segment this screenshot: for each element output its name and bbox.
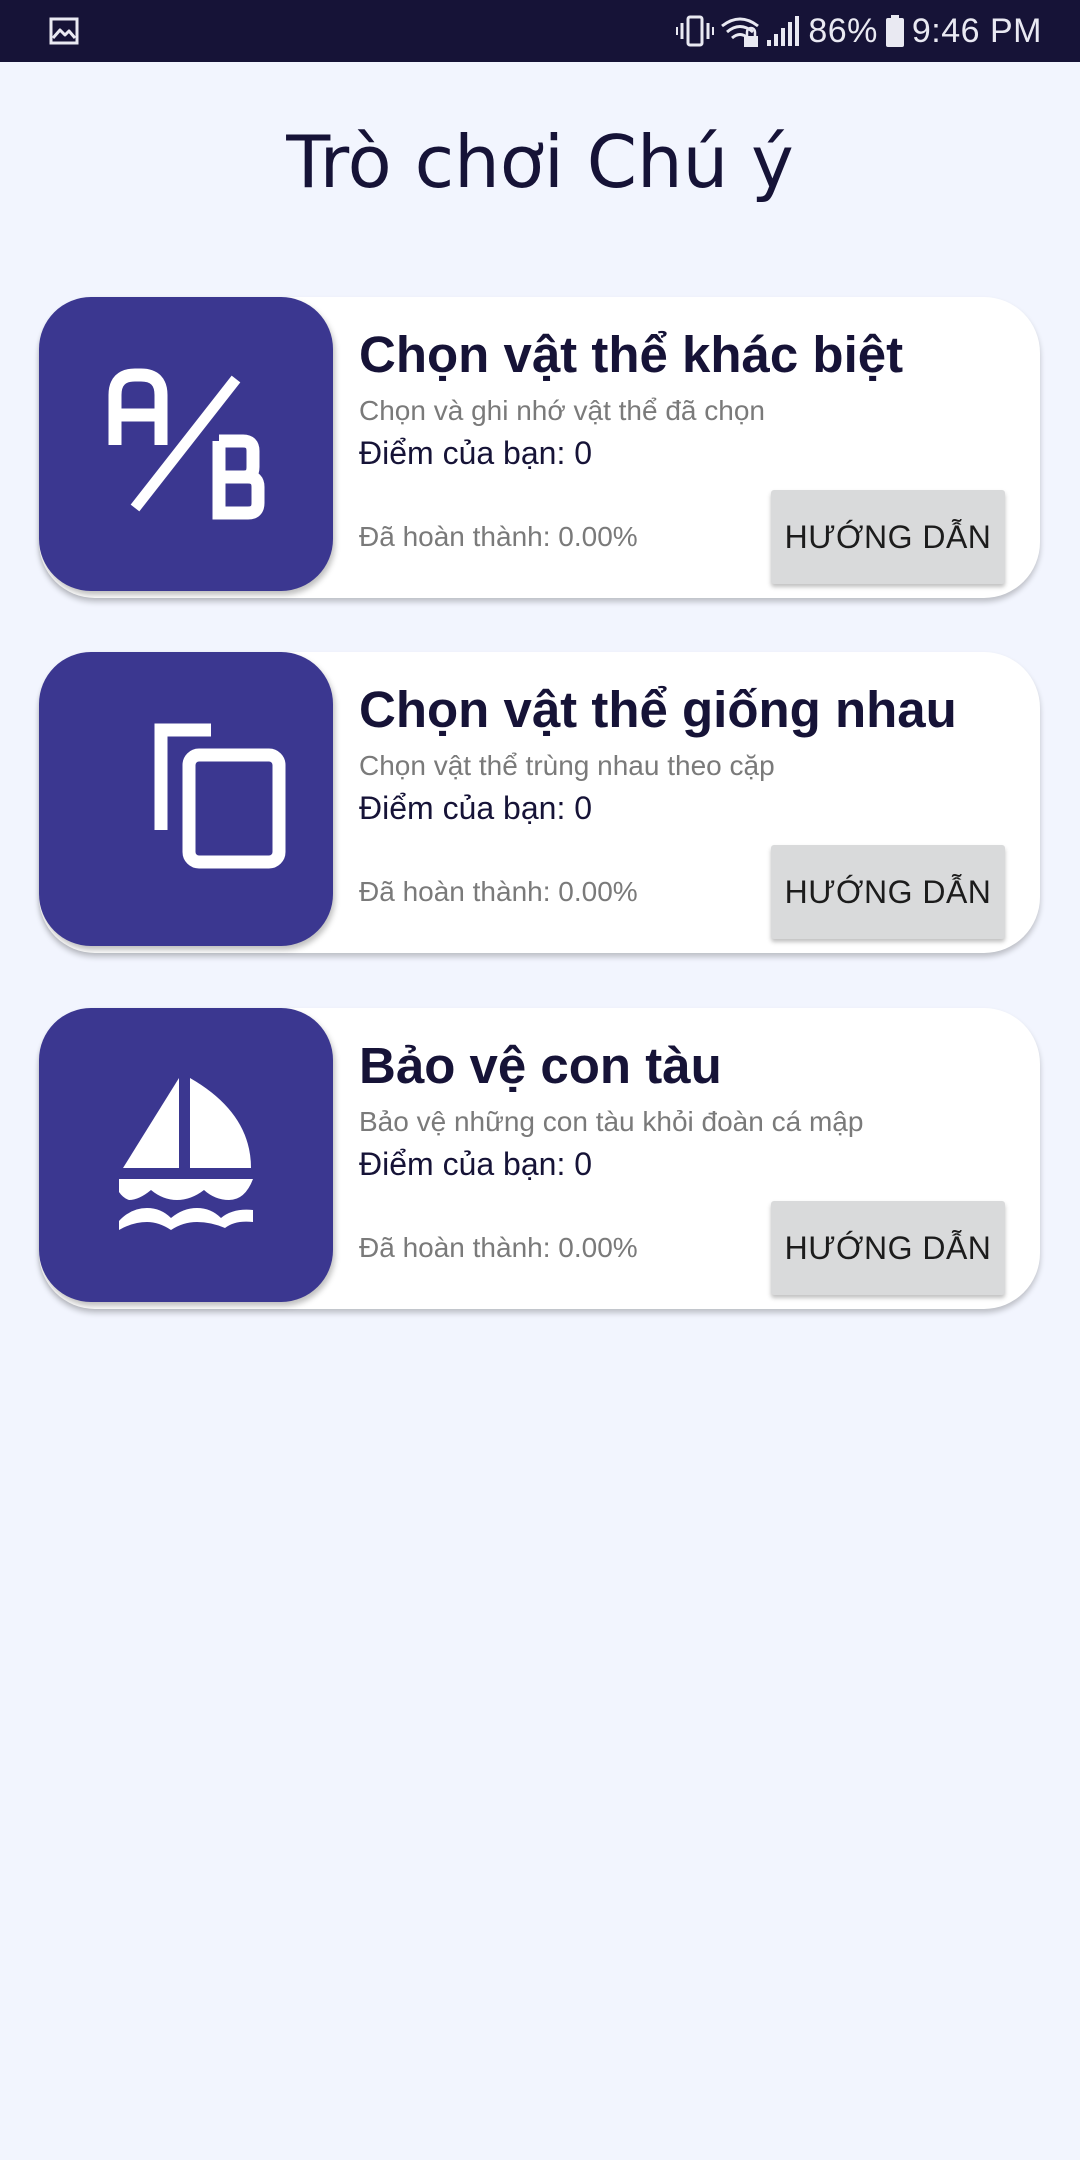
- sailboat-icon: [119, 1078, 253, 1230]
- game-progress: Đã hoàn thành: 0.00%: [359, 876, 638, 907]
- game-thumbnail[interactable]: [39, 652, 333, 946]
- copy-icon: [154, 723, 286, 869]
- game-title: Chọn vật thể khác biệt: [359, 326, 904, 383]
- game-card-odd-one-out[interactable]: Chọn vật thể khác biệt Chọn và ghi nhớ v…: [39, 297, 1040, 598]
- game-title: Chọn vật thể giống nhau: [359, 681, 957, 738]
- clock: 9:46 PM: [911, 11, 1042, 50]
- ab-compare-icon: [108, 368, 265, 520]
- game-thumbnail[interactable]: [39, 1008, 333, 1302]
- image-icon: [49, 17, 79, 45]
- guide-button[interactable]: HƯỚNG DẪN: [771, 490, 1005, 584]
- guide-button[interactable]: HƯỚNG DẪN: [771, 1201, 1005, 1295]
- battery-percent: 86%: [808, 11, 878, 50]
- game-progress: Đã hoàn thành: 0.00%: [359, 1232, 638, 1263]
- game-description: Bảo vệ những con tàu khỏi đoàn cá mập: [359, 1106, 864, 1137]
- game-thumbnail[interactable]: [39, 297, 333, 591]
- game-description: Chọn và ghi nhớ vật thể đã chọn: [359, 395, 765, 426]
- game-progress: Đã hoàn thành: 0.00%: [359, 521, 638, 552]
- game-score: Điểm của bạn: 0: [359, 435, 593, 471]
- vibrate-icon: [676, 15, 715, 47]
- guide-button[interactable]: HƯỚNG DẪN: [771, 845, 1005, 939]
- game-title: Bảo vệ con tàu: [359, 1037, 722, 1094]
- page-title: Trò chơi Chú ý: [286, 120, 794, 204]
- status-bar: 86% 9:46 PM: [0, 0, 1080, 62]
- game-score: Điểm của bạn: 0: [359, 790, 593, 826]
- battery-icon: [885, 15, 904, 47]
- game-card-matching-pairs[interactable]: Chọn vật thể giống nhau Chọn vật thể trù…: [39, 652, 1040, 953]
- wifi-icon: [721, 17, 760, 47]
- signal-icon: [767, 16, 800, 46]
- status-icons: 86% 9:46 PM: [676, 0, 1080, 62]
- game-card-protect-ship[interactable]: Bảo vệ con tàu Bảo vệ những con tàu khỏi…: [39, 1008, 1040, 1309]
- game-description: Chọn vật thể trùng nhau theo cặp: [359, 750, 775, 781]
- game-score: Điểm của bạn: 0: [359, 1146, 593, 1182]
